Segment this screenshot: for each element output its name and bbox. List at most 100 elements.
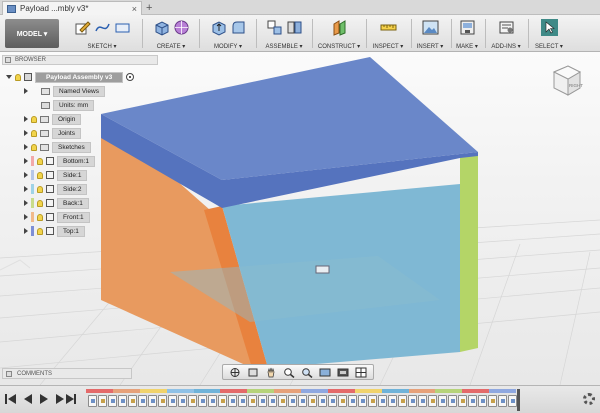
visibility-bulb-icon[interactable] (37, 171, 43, 179)
visibility-bulb-icon[interactable] (37, 199, 43, 207)
insert-menu-label[interactable]: INSERT ▾ (412, 43, 448, 50)
timeline-feature-item[interactable] (368, 395, 377, 407)
timeline-feature-item[interactable] (338, 395, 347, 407)
timeline-feature-item[interactable] (188, 395, 197, 407)
timeline-feature-item[interactable] (308, 395, 317, 407)
visibility-bulb-icon[interactable] (37, 227, 43, 235)
tree-item-label[interactable]: Units: mm (53, 99, 95, 111)
press-pull-icon[interactable] (210, 19, 227, 36)
rectangle-icon[interactable] (114, 19, 131, 36)
make-menu-label[interactable]: MAKE ▾ (452, 43, 482, 50)
root-assembly-label[interactable]: Payload Assembly v3 (35, 71, 124, 83)
expand-arrow-icon[interactable] (24, 116, 28, 122)
timeline-feature-item[interactable] (158, 395, 167, 407)
workspace-switcher-button[interactable]: MODEL ▾ (5, 19, 59, 48)
timeline-settings-gear-icon[interactable] (583, 393, 595, 405)
sketch-menu-label[interactable]: SKETCH ▾ (64, 43, 140, 50)
look-at-icon[interactable] (247, 367, 259, 378)
timeline-feature-item[interactable] (218, 395, 227, 407)
insert-image-icon[interactable] (422, 19, 439, 36)
modify-menu-label[interactable]: MODIFY ▾ (202, 43, 254, 50)
timeline-feature-item[interactable] (128, 395, 137, 407)
visibility-bulb-icon[interactable] (37, 213, 43, 221)
timeline-feature-item[interactable] (98, 395, 107, 407)
sketch-group[interactable]: SKETCH ▾ (64, 17, 140, 51)
document-tab[interactable]: Payload ...mbly v3* × (2, 1, 142, 15)
expand-arrow-icon[interactable] (24, 172, 28, 178)
addins-menu-label[interactable]: ADD-INS ▾ (486, 43, 526, 50)
timeline-feature-item[interactable] (268, 395, 277, 407)
addins-group[interactable]: ADD-INS ▾ (486, 17, 526, 51)
tree-item-joints[interactable]: Joints (24, 127, 81, 139)
display-settings-icon[interactable] (319, 367, 331, 378)
pan-icon[interactable] (265, 367, 277, 378)
activate-radio-icon[interactable] (126, 73, 135, 81)
modify-group[interactable]: MODIFY ▾ (202, 17, 254, 51)
timeline-feature-item[interactable] (388, 395, 397, 407)
tree-root[interactable]: Payload Assembly v3 (6, 71, 135, 83)
grid-icon[interactable] (355, 367, 367, 378)
visibility-bulb-icon[interactable] (31, 143, 37, 151)
timeline-feature-item[interactable] (418, 395, 427, 407)
timeline-feature-item[interactable] (108, 395, 117, 407)
timeline-feature-item[interactable] (168, 395, 177, 407)
tree-item-bottom[interactable]: Bottom:1 (24, 155, 96, 167)
timeline-feature-item[interactable] (208, 395, 217, 407)
select-arrow-icon[interactable] (540, 18, 558, 36)
select-menu-label[interactable]: SELECT ▾ (530, 43, 568, 50)
tree-item-label[interactable]: Top:1 (57, 225, 85, 237)
comments-panel[interactable]: COMMENTS (2, 368, 132, 379)
timeline-feature-item[interactable] (228, 395, 237, 407)
collapse-browser-icon[interactable] (5, 57, 11, 63)
previous-step-icon[interactable] (24, 394, 32, 404)
viewcube-face-label[interactable]: RIGHT (569, 83, 583, 88)
tree-item-label[interactable]: Named Views (53, 85, 105, 97)
expand-arrow-icon[interactable] (24, 144, 28, 150)
timeline-feature-item[interactable] (88, 395, 97, 407)
expand-arrow-icon[interactable] (24, 214, 28, 220)
offset-plane-icon[interactable] (331, 19, 348, 36)
tree-item-units[interactable]: Units: mm (24, 99, 95, 111)
timeline-feature-item[interactable] (328, 395, 337, 407)
timeline-feature-item[interactable] (498, 395, 507, 407)
expand-arrow-icon[interactable] (24, 228, 28, 234)
inspect-group[interactable]: INSPECT ▾ (368, 17, 408, 51)
tree-item-label[interactable]: Sketches (52, 141, 91, 153)
3d-print-icon[interactable] (459, 19, 476, 36)
timeline-feature-item[interactable] (348, 395, 357, 407)
first-step-icon[interactable] (5, 394, 16, 404)
extrude-icon[interactable] (153, 19, 170, 36)
construct-menu-label[interactable]: CONSTRUCT ▾ (314, 43, 364, 50)
timeline-feature-item[interactable] (198, 395, 207, 407)
timeline-feature-item[interactable] (408, 395, 417, 407)
visibility-bulb-icon[interactable] (31, 129, 37, 137)
timeline-feature-item[interactable] (438, 395, 447, 407)
timeline-marker[interactable] (517, 389, 520, 411)
measure-icon[interactable] (380, 19, 397, 36)
timeline-feature-item[interactable] (278, 395, 287, 407)
expand-arrow-icon[interactable] (24, 130, 28, 136)
visibility-bulb-icon[interactable] (37, 157, 43, 165)
timeline-feature-item[interactable] (448, 395, 457, 407)
expand-arrow-icon[interactable] (24, 158, 28, 164)
sphere-icon[interactable] (173, 19, 190, 36)
scripts-addins-icon[interactable] (498, 19, 515, 36)
create-group[interactable]: CREATE ▾ (146, 17, 196, 51)
construct-group[interactable]: CONSTRUCT ▾ (314, 17, 364, 51)
visibility-bulb-icon[interactable] (15, 73, 21, 81)
make-group[interactable]: MAKE ▾ (452, 17, 482, 51)
timeline-feature-item[interactable] (428, 395, 437, 407)
expand-arrow-icon[interactable] (24, 200, 28, 206)
timeline-feature-item[interactable] (378, 395, 387, 407)
tree-item-side-2[interactable]: Side:2 (24, 183, 88, 195)
tree-item-sketches[interactable]: Sketches (24, 141, 91, 153)
expand-arrow-icon[interactable] (24, 88, 28, 94)
close-tab-icon[interactable]: × (132, 4, 137, 14)
timeline-feature-item[interactable] (488, 395, 497, 407)
expand-arrow-icon[interactable] (24, 186, 28, 192)
last-step-icon[interactable] (66, 394, 76, 404)
select-group[interactable]: SELECT ▾ (530, 17, 568, 51)
new-component-icon[interactable] (266, 19, 283, 36)
timeline-feature-item[interactable] (118, 395, 127, 407)
new-tab-icon[interactable]: + (146, 2, 152, 14)
